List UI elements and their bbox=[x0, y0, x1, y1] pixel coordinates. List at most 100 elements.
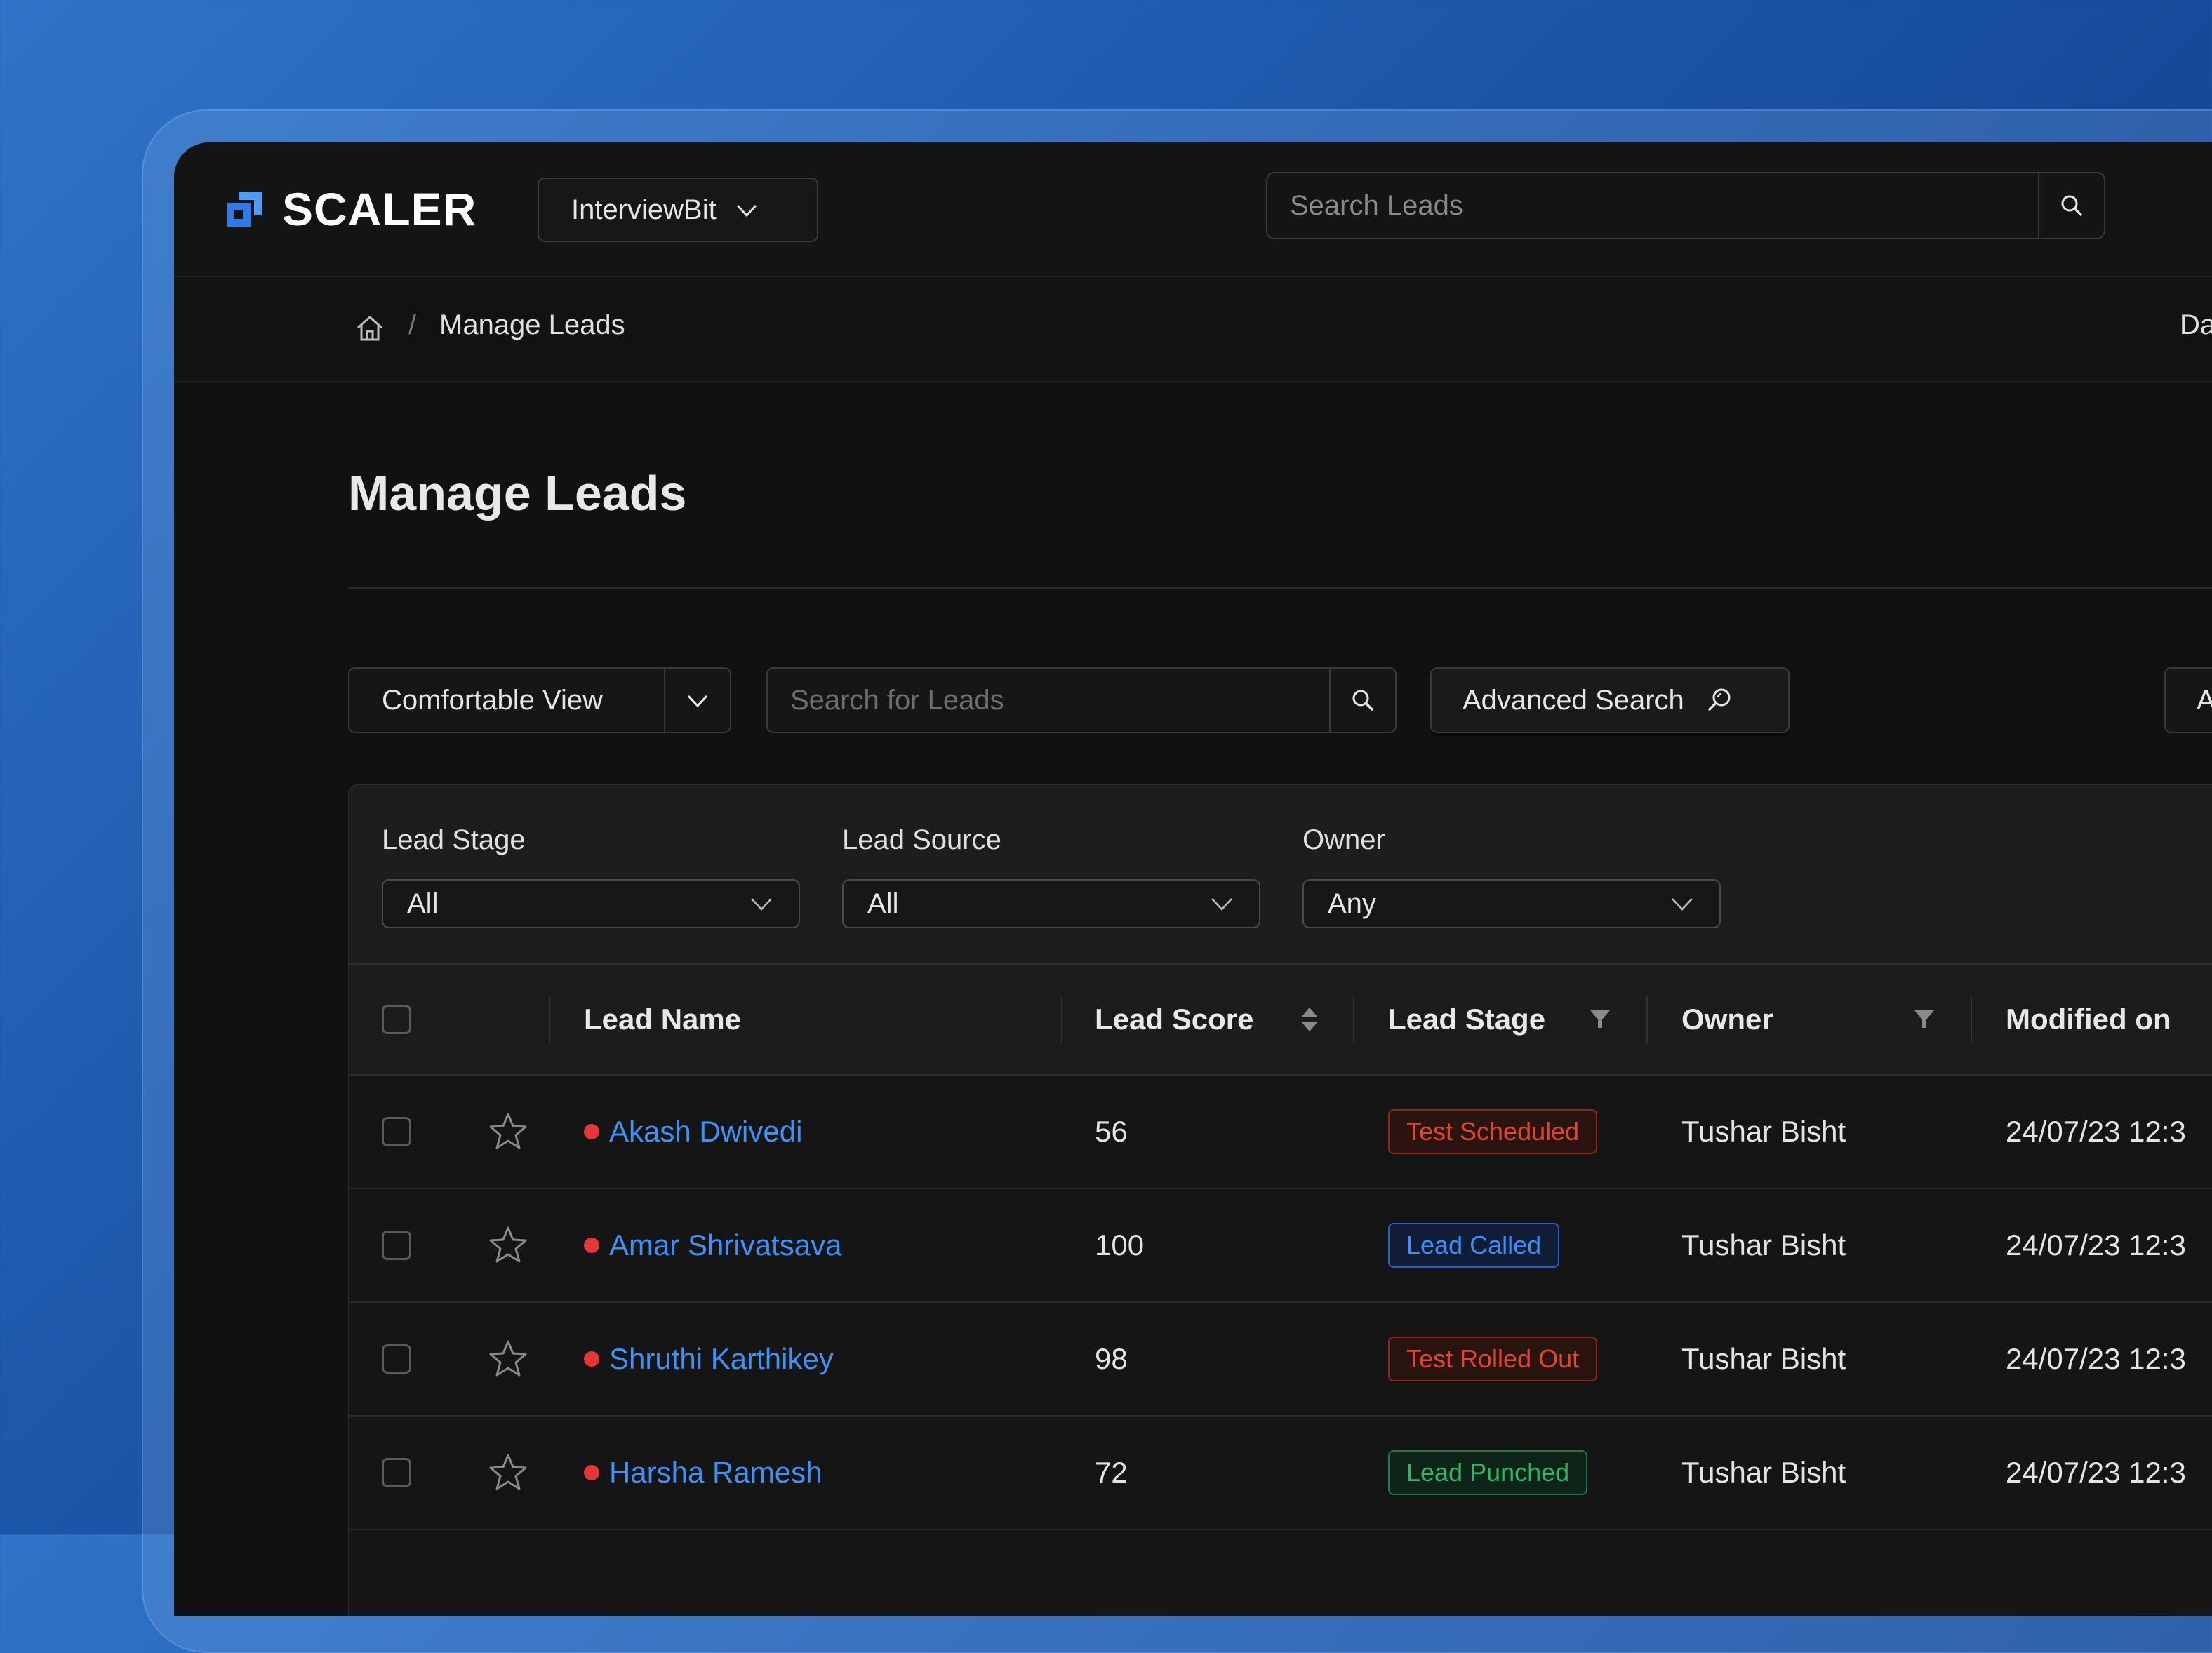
owner-cell: Tushar Bisht bbox=[1681, 1456, 1846, 1489]
owner-cell: Tushar Bisht bbox=[1681, 1229, 1846, 1262]
column-header-owner[interactable]: Owner bbox=[1681, 965, 1773, 1074]
lead-name-cell: Amar Shrivatsava bbox=[584, 1189, 841, 1301]
column-header-label: Lead Stage bbox=[1388, 1003, 1546, 1036]
modified-on-cell: 24/07/23 12:3 bbox=[2006, 1115, 2186, 1148]
lead-stage-cell: Lead Called bbox=[1388, 1189, 1560, 1301]
filter-value: Any bbox=[1328, 888, 1376, 919]
search-icon bbox=[2061, 195, 2082, 216]
org-selector[interactable]: InterviewBit bbox=[538, 178, 818, 242]
filter-label: Owner bbox=[1302, 824, 1385, 855]
lead-stage-cell: Lead Punched bbox=[1388, 1417, 1588, 1529]
modified-on-cell: 24/07/23 12:3 bbox=[2006, 1229, 2186, 1262]
filter-owner: Owner Any bbox=[1302, 824, 1721, 928]
status-dot bbox=[584, 1465, 599, 1480]
row-checkbox[interactable] bbox=[382, 1344, 411, 1374]
search-icon bbox=[1352, 690, 1373, 711]
truncated-action-button[interactable]: A bbox=[2164, 667, 2212, 733]
brand-logo[interactable]: SCALER bbox=[223, 186, 477, 232]
lead-score-cell: 98 bbox=[1095, 1342, 1128, 1375]
view-mode-label: Comfortable View bbox=[382, 684, 603, 716]
filter-lead-source-select[interactable]: All bbox=[842, 879, 1260, 928]
column-header-lead-stage[interactable]: Lead Stage bbox=[1388, 965, 1545, 1074]
column-header-label: Owner bbox=[1681, 1003, 1773, 1036]
lead-name-link[interactable]: Shruthi Karthikey bbox=[609, 1342, 834, 1376]
row-checkbox[interactable] bbox=[382, 1231, 411, 1260]
table-row[interactable]: Shruthi Karthikey 98 Test Rolled Out Tus… bbox=[349, 1303, 2212, 1417]
lead-name-link[interactable]: Amar Shrivatsava bbox=[609, 1229, 841, 1262]
row-checkbox[interactable] bbox=[382, 1458, 411, 1487]
view-mode-select[interactable]: Comfortable View bbox=[348, 667, 731, 733]
star-icon[interactable] bbox=[487, 1111, 529, 1153]
row-checkbox[interactable] bbox=[382, 1117, 411, 1146]
breadcrumb: / Manage Leads Da bbox=[174, 277, 2212, 382]
column-divider bbox=[1971, 996, 1972, 1043]
status-badge: Lead Called bbox=[1388, 1223, 1560, 1268]
lead-name-link[interactable]: Harsha Ramesh bbox=[609, 1456, 822, 1490]
status-badge: Test Scheduled bbox=[1388, 1109, 1598, 1154]
column-divider bbox=[1353, 996, 1354, 1043]
advanced-search-icon bbox=[1708, 688, 1731, 711]
filter-bar: Lead Stage All Lead Source All Owner Any bbox=[349, 785, 2212, 965]
column-header-label: Lead Score bbox=[1095, 1003, 1254, 1036]
column-divider bbox=[1061, 996, 1062, 1043]
modified-on-cell: 24/07/23 12:3 bbox=[2006, 1342, 2186, 1375]
star-icon[interactable] bbox=[487, 1224, 529, 1266]
view-mode-dropdown-button[interactable] bbox=[664, 669, 730, 732]
leads-panel: Lead Stage All Lead Source All Owner Any… bbox=[348, 784, 2212, 1616]
lead-stage-cell: Test Scheduled bbox=[1388, 1076, 1598, 1188]
global-search-button[interactable] bbox=[2038, 173, 2104, 238]
lead-stage-cell: Test Rolled Out bbox=[1388, 1303, 1598, 1415]
lead-search-input[interactable] bbox=[768, 669, 1329, 732]
page-title: Manage Leads bbox=[348, 466, 687, 521]
filter-value: All bbox=[407, 888, 439, 919]
filter-icon[interactable] bbox=[1589, 1008, 1611, 1031]
chevron-down-icon bbox=[1672, 898, 1693, 911]
select-all-checkbox[interactable] bbox=[382, 1005, 411, 1034]
filter-icon[interactable] bbox=[1913, 1008, 1936, 1031]
status-dot bbox=[584, 1238, 599, 1253]
advanced-search-label: Advanced Search bbox=[1463, 684, 1684, 716]
filter-value: All bbox=[867, 888, 899, 919]
column-divider bbox=[1646, 996, 1648, 1043]
lead-name-cell: Harsha Ramesh bbox=[584, 1417, 822, 1529]
scaler-logo-icon bbox=[227, 192, 262, 227]
status-dot bbox=[584, 1124, 599, 1139]
table-row[interactable]: Harsha Ramesh 72 Lead Punched Tushar Bis… bbox=[349, 1417, 2212, 1530]
global-search-input[interactable] bbox=[1267, 173, 2038, 238]
table-row[interactable]: Akash Dwivedi 56 Test Scheduled Tushar B… bbox=[349, 1076, 2212, 1189]
status-badge: Lead Punched bbox=[1388, 1450, 1588, 1495]
lead-name-link[interactable]: Akash Dwivedi bbox=[609, 1115, 802, 1149]
breadcrumb-right-item[interactable]: Da bbox=[2180, 309, 2212, 341]
table-row[interactable]: Amar Shrivatsava 100 Lead Called Tushar … bbox=[349, 1189, 2212, 1303]
filter-label: Lead Source bbox=[842, 824, 1001, 855]
top-navbar: SCALER InterviewBit bbox=[174, 142, 2212, 277]
lead-search-button[interactable] bbox=[1329, 669, 1395, 732]
star-icon[interactable] bbox=[487, 1338, 529, 1380]
global-search bbox=[1266, 172, 2105, 239]
lead-score-cell: 72 bbox=[1095, 1456, 1128, 1489]
filter-owner-select[interactable]: Any bbox=[1302, 879, 1721, 928]
breadcrumb-separator: / bbox=[408, 309, 417, 340]
filter-lead-stage-select[interactable]: All bbox=[382, 879, 800, 928]
column-divider bbox=[549, 996, 550, 1043]
filter-label: Lead Stage bbox=[382, 824, 526, 855]
brand-name: SCALER bbox=[282, 183, 477, 235]
filter-lead-source: Lead Source All bbox=[842, 824, 1260, 928]
chevron-down-icon bbox=[687, 695, 708, 708]
sort-icon[interactable] bbox=[1300, 1005, 1319, 1033]
chevron-down-icon bbox=[751, 898, 772, 911]
star-icon[interactable] bbox=[487, 1452, 529, 1494]
column-header-modified-on[interactable]: Modified on bbox=[2006, 965, 2171, 1074]
breadcrumb-current: Manage Leads bbox=[439, 309, 625, 340]
lead-name-cell: Shruthi Karthikey bbox=[584, 1303, 834, 1415]
chevron-down-icon bbox=[1211, 898, 1232, 911]
home-icon[interactable] bbox=[355, 314, 385, 343]
column-header-lead-score[interactable]: Lead Score bbox=[1095, 965, 1253, 1074]
column-header-lead-name[interactable]: Lead Name bbox=[584, 965, 741, 1074]
title-divider bbox=[348, 587, 2212, 589]
status-dot bbox=[584, 1351, 599, 1367]
lead-name-cell: Akash Dwivedi bbox=[584, 1076, 802, 1188]
advanced-search-button[interactable]: Advanced Search bbox=[1430, 667, 1790, 733]
filter-lead-stage: Lead Stage All bbox=[382, 824, 800, 928]
lead-search bbox=[766, 667, 1397, 733]
